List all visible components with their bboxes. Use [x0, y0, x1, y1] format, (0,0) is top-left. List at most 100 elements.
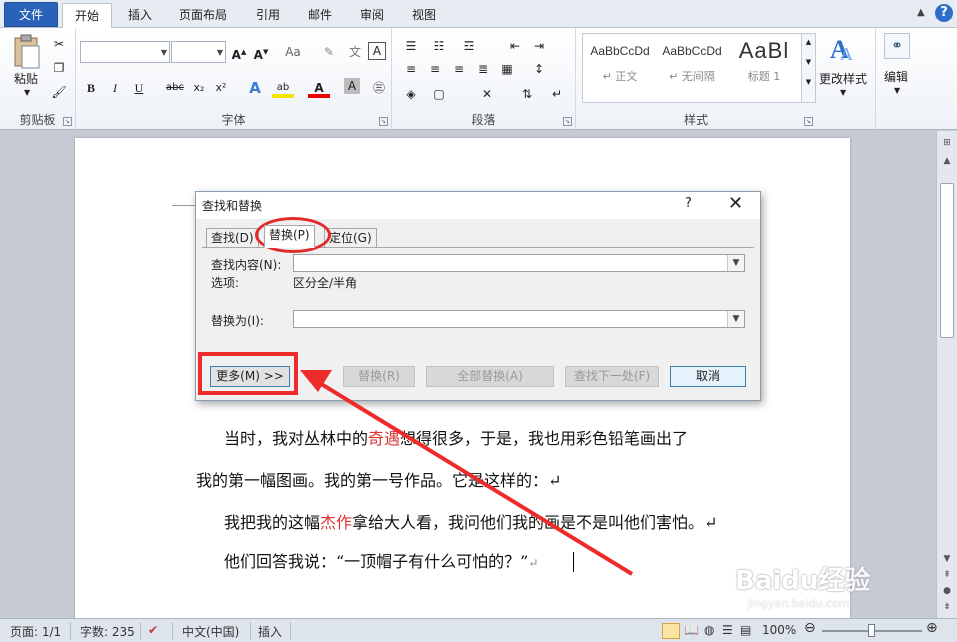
ruler-toggle-icon[interactable]: ⊞	[939, 135, 955, 151]
replace-all-button[interactable]: 全部替换(A)	[426, 366, 554, 387]
next-page-icon[interactable]: ⇟	[939, 599, 955, 615]
zoom-level[interactable]: 100%	[762, 623, 796, 637]
tab-page-layout[interactable]: 页面布局	[170, 3, 236, 28]
replace-with-input[interactable]: ▼	[293, 310, 745, 328]
web-layout-icon[interactable]: ◍	[704, 623, 714, 637]
doc-paragraph-3[interactable]: 我把我的这幅杰作拿给大人看，我问他们我的画是不是叫他们害怕。↵	[224, 509, 717, 533]
dialog-titlebar[interactable]: 查找和替换 ? ✕	[196, 192, 760, 219]
tab-review[interactable]: 审阅	[350, 3, 394, 28]
line-spacing-icon[interactable]: ↕	[528, 59, 550, 79]
editing-label[interactable]: 编辑	[884, 68, 908, 85]
show-marks-icon[interactable]: ↵	[546, 84, 568, 104]
change-styles-label[interactable]: 更改样式	[819, 70, 867, 87]
styles-launcher-icon[interactable]: ↘	[804, 117, 813, 126]
scroll-down-icon[interactable]: ▼	[939, 551, 955, 567]
proofing-icon[interactable]: ✔	[148, 623, 158, 637]
bullets-icon[interactable]: ☰	[400, 36, 422, 56]
paste-icon[interactable]	[12, 34, 42, 70]
cancel-button[interactable]: 取消	[670, 366, 746, 387]
doc-paragraph-4[interactable]: 他们回答我说：“一顶帽子有什么可怕的？”↵	[224, 548, 538, 572]
enclose-characters-icon[interactable]: ㊂	[368, 78, 390, 98]
format-painter-icon[interactable]: 🖌	[48, 82, 70, 102]
dialog-close-button[interactable]: ✕	[728, 193, 743, 214]
font-name-select[interactable]: ▼	[80, 41, 170, 63]
minimize-ribbon-icon[interactable]: ▲	[917, 7, 929, 19]
sort-icon[interactable]: ⇅	[516, 84, 538, 104]
help-icon[interactable]: ?	[935, 4, 953, 22]
text-effects-icon[interactable]: A	[244, 78, 266, 98]
tab-insert[interactable]: 插入	[118, 3, 162, 28]
borders-icon[interactable]: ▢	[428, 84, 450, 104]
shading-icon[interactable]: ◈	[400, 84, 422, 104]
tab-view[interactable]: 视图	[402, 3, 446, 28]
grow-font-icon[interactable]: A▲	[228, 42, 250, 62]
binoculars-icon[interactable]: ⚭	[884, 33, 910, 59]
phonetic-guide-icon[interactable]: 文	[344, 42, 366, 62]
font-color-icon[interactable]: A	[308, 78, 330, 98]
tab-replace[interactable]: 替换(P)	[264, 225, 315, 248]
styles-scroll[interactable]: ▲ ▼ ▼	[801, 34, 815, 102]
doc-paragraph-1[interactable]: 当时，我对丛林中的奇遇想得很多，于是，我也用彩色铅笔画出了	[224, 425, 688, 449]
decrease-indent-icon[interactable]: ⇤	[504, 36, 526, 56]
replace-button[interactable]: 替换(R)	[343, 366, 415, 387]
style-heading-1[interactable]: AaBl 标题 1	[729, 36, 799, 100]
zoom-in-icon[interactable]: ⊕	[926, 620, 938, 636]
superscript-icon[interactable]: x²	[210, 78, 232, 98]
find-what-input[interactable]: ▼	[293, 254, 745, 272]
subscript-icon[interactable]: x₂	[188, 78, 210, 98]
font-launcher-icon[interactable]: ↘	[379, 117, 388, 126]
paragraph-launcher-icon[interactable]: ↘	[563, 117, 572, 126]
draft-view-icon[interactable]: ▤	[740, 623, 751, 637]
chevron-down-icon[interactable]: ▼	[727, 311, 744, 327]
style-normal[interactable]: AaBbCcDd ↵ 正文	[585, 36, 655, 100]
tab-references[interactable]: 引用	[246, 3, 290, 28]
chevron-up-icon[interactable]: ▲	[802, 38, 815, 46]
bold-icon[interactable]: B	[80, 78, 102, 98]
copy-icon[interactable]: ❐	[48, 58, 70, 78]
tab-mailings[interactable]: 邮件	[298, 3, 342, 28]
tab-home[interactable]: 开始	[62, 3, 112, 29]
chevron-down-icon[interactable]: ▼	[802, 58, 815, 66]
vertical-scrollbar[interactable]: ⊞ ▲ ▼ ⇞ ● ⇟	[936, 131, 957, 618]
paste-dropdown-icon[interactable]: ▼	[24, 88, 30, 97]
chevron-down-icon[interactable]: ▼	[727, 255, 744, 271]
previous-page-icon[interactable]: ⇞	[939, 567, 955, 583]
print-layout-view-icon[interactable]	[662, 623, 680, 639]
doc-paragraph-2[interactable]: 我的第一幅图画。我的第一号作品。它是这样的：↵	[196, 467, 561, 491]
page-count[interactable]: 页面: 1/1	[10, 623, 61, 640]
clear-format-icon[interactable]: ✎	[318, 42, 340, 62]
italic-icon[interactable]: I	[104, 78, 126, 98]
zoom-out-icon[interactable]: ⊖	[804, 620, 816, 636]
numbering-icon[interactable]: ☷	[428, 36, 450, 56]
scroll-up-icon[interactable]: ▲	[939, 153, 955, 169]
align-center-icon[interactable]: ≡	[424, 59, 446, 79]
tab-file[interactable]: 文件	[4, 2, 58, 27]
character-shading-icon[interactable]: A	[344, 78, 360, 94]
dialog-help-button[interactable]: ?	[685, 196, 692, 211]
find-next-button[interactable]: 查找下一处(F)	[565, 366, 659, 387]
change-styles-icon[interactable]: A A	[828, 34, 858, 64]
justify-icon[interactable]: ≣	[472, 59, 494, 79]
scroll-thumb[interactable]	[940, 183, 954, 338]
multilevel-list-icon[interactable]: ☲	[458, 36, 480, 56]
cut-icon[interactable]: ✂	[48, 34, 70, 54]
highlight-color-icon[interactable]: ab	[272, 78, 294, 98]
full-screen-reading-icon[interactable]: 📖	[684, 623, 699, 637]
increase-indent-icon[interactable]: ⇥	[528, 36, 550, 56]
browse-object-icon[interactable]: ●	[939, 583, 955, 599]
zoom-slider-knob[interactable]	[868, 624, 875, 637]
character-border-icon[interactable]: A	[368, 42, 386, 60]
outline-view-icon[interactable]: ☰	[722, 623, 733, 637]
insert-mode[interactable]: 插入	[258, 623, 282, 640]
style-no-spacing[interactable]: AaBbCcDd ↵ 无间隔	[657, 36, 727, 100]
word-count[interactable]: 字数: 235	[80, 623, 135, 640]
language-indicator[interactable]: 中文(中国)	[182, 623, 239, 640]
chinese-layout-icon[interactable]: ✕	[476, 84, 498, 104]
more-styles-icon[interactable]: ▼	[802, 78, 815, 86]
align-left-icon[interactable]: ≡	[400, 59, 422, 79]
underline-icon[interactable]: U	[128, 78, 150, 98]
clipboard-launcher-icon[interactable]: ↘	[63, 117, 72, 126]
strikethrough-icon[interactable]: abc	[164, 78, 186, 98]
shrink-font-icon[interactable]: A▼	[250, 42, 272, 62]
tab-find[interactable]: 查找(D)	[206, 228, 259, 247]
